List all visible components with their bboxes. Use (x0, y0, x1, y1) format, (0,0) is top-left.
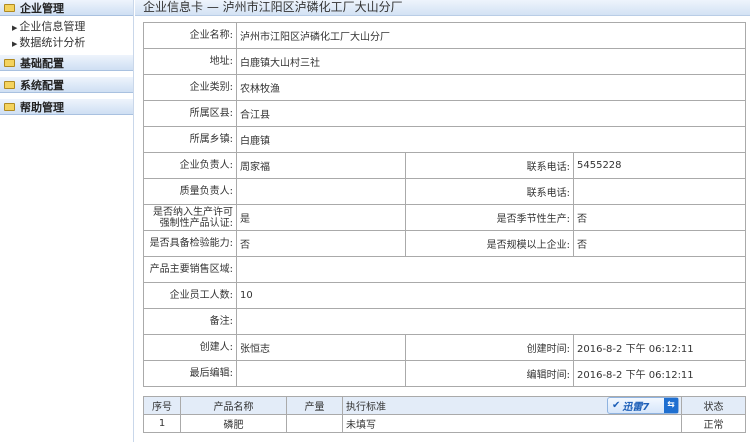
table-row: 1 磷肥 未填写 正常 (143, 414, 746, 433)
county: 合江县 (236, 100, 746, 127)
phone: 5455228 (573, 152, 746, 179)
editor (236, 360, 406, 387)
page-title: 企业信息卡 — 泸州市江阳区泸磷化工厂大山分厂 (135, 0, 750, 16)
quality-phone (573, 178, 746, 205)
xunlei-download-badge[interactable]: ✔ 迅雷7 ⇆ (607, 397, 679, 414)
category: 农林牧渔 (236, 74, 746, 101)
switch-icon[interactable]: ⇆ (664, 398, 678, 413)
sidebar-item-enterprise-info[interactable]: ▶ 企业信息管理 (12, 19, 133, 35)
license: 是 (236, 204, 406, 231)
folder-icon (4, 102, 15, 111)
enterprise-name: 泸州市江阳区泸磷化工厂大山分厂 (236, 22, 746, 49)
sidebar-section-enterprise[interactable]: 企业管理 (0, 0, 133, 16)
main-content: 企业信息卡 — 泸州市江阳区泸磷化工厂大山分厂 企业名称: 泸州市江阳区泸磷化工厂… (135, 0, 750, 442)
folder-icon (4, 3, 15, 12)
sidebar-section-basic-config[interactable]: 基础配置 (0, 55, 133, 71)
staff-count: 10 (236, 282, 746, 309)
triangle-right-icon: ▶ (12, 40, 18, 48)
above-scale: 否 (573, 230, 746, 257)
sales-region (236, 256, 746, 283)
sidebar-section-help[interactable]: 帮助管理 (0, 99, 133, 115)
seasonal: 否 (573, 204, 746, 231)
town: 白鹿镇 (236, 126, 746, 153)
quality-manager (236, 178, 406, 205)
triangle-right-icon: ▶ (12, 24, 18, 32)
leader: 周家福 (236, 152, 406, 179)
sidebar-item-statistics[interactable]: ▶ 数据统计分析 (12, 35, 133, 51)
note (236, 308, 746, 335)
sidebar: 企业管理 ▶ 企业信息管理 ▶ 数据统计分析 基础配置 系统配置 帮助管理 (0, 0, 134, 442)
folder-icon (4, 80, 15, 89)
address: 白鹿镇大山村三社 (236, 48, 746, 75)
create-time: 2016-8-2 下午 06:12:11 (573, 334, 746, 361)
folder-icon (4, 58, 15, 67)
enterprise-info-table: 企业名称: 泸州市江阳区泸磷化工厂大山分厂 地址: 白鹿镇大山村三社 企业类别: 农林… (143, 22, 746, 387)
inspection: 否 (236, 230, 406, 257)
edit-time: 2016-8-2 下午 06:12:11 (573, 360, 746, 387)
xunlei-bird-icon: ✔ (612, 400, 621, 411)
creator: 张恒志 (236, 334, 406, 361)
sidebar-section-system-config[interactable]: 系统配置 (0, 77, 133, 93)
